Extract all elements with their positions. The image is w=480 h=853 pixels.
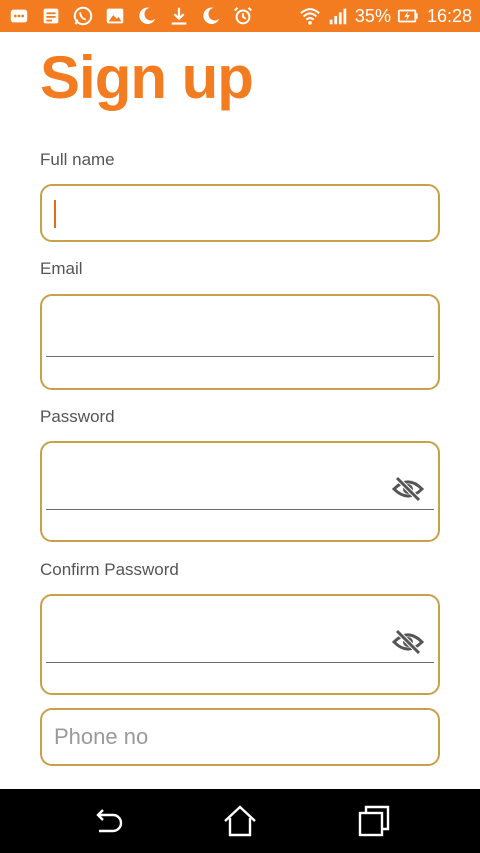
full-name-field[interactable] bbox=[40, 184, 440, 242]
phone-input[interactable] bbox=[42, 710, 438, 764]
confirm-password-label: Confirm Password bbox=[40, 560, 179, 579]
full-name-label: Full name bbox=[40, 150, 115, 169]
moon-icon bbox=[200, 5, 222, 27]
navigation-bar bbox=[0, 789, 480, 853]
password-label: Password bbox=[40, 407, 115, 426]
whatsapp-icon bbox=[72, 5, 94, 27]
message-icon bbox=[8, 5, 30, 27]
page-title: Sign up bbox=[40, 44, 254, 111]
confirm-password-field[interactable] bbox=[40, 594, 440, 695]
recents-icon[interactable] bbox=[356, 803, 392, 839]
status-clock: 16:28 bbox=[426, 5, 472, 26]
status-notification-icons bbox=[8, 5, 254, 27]
battery-percentage: 35% bbox=[354, 5, 391, 26]
password-field[interactable] bbox=[40, 441, 440, 542]
password-underline bbox=[46, 509, 434, 510]
status-system-icons: 35% 16:28 bbox=[299, 5, 472, 27]
alarm-icon bbox=[232, 5, 254, 27]
download-icon bbox=[168, 5, 190, 27]
email-underline bbox=[46, 356, 434, 357]
battery-icon bbox=[397, 5, 419, 27]
email-field[interactable] bbox=[40, 294, 440, 390]
moon-icon bbox=[136, 5, 158, 27]
confirm-password-underline bbox=[46, 662, 434, 663]
eye-off-icon[interactable] bbox=[392, 476, 424, 502]
text-cursor bbox=[54, 200, 56, 228]
email-label: Email bbox=[40, 259, 83, 278]
eye-off-icon[interactable] bbox=[392, 629, 424, 655]
status-bar: 35% 16:28 bbox=[0, 0, 480, 32]
signal-icon bbox=[327, 5, 349, 27]
image-icon bbox=[104, 5, 126, 27]
phone-field[interactable] bbox=[40, 708, 440, 766]
wifi-icon bbox=[299, 5, 321, 27]
back-icon[interactable] bbox=[89, 803, 125, 839]
home-icon[interactable] bbox=[222, 803, 258, 839]
notes-icon bbox=[40, 5, 62, 27]
